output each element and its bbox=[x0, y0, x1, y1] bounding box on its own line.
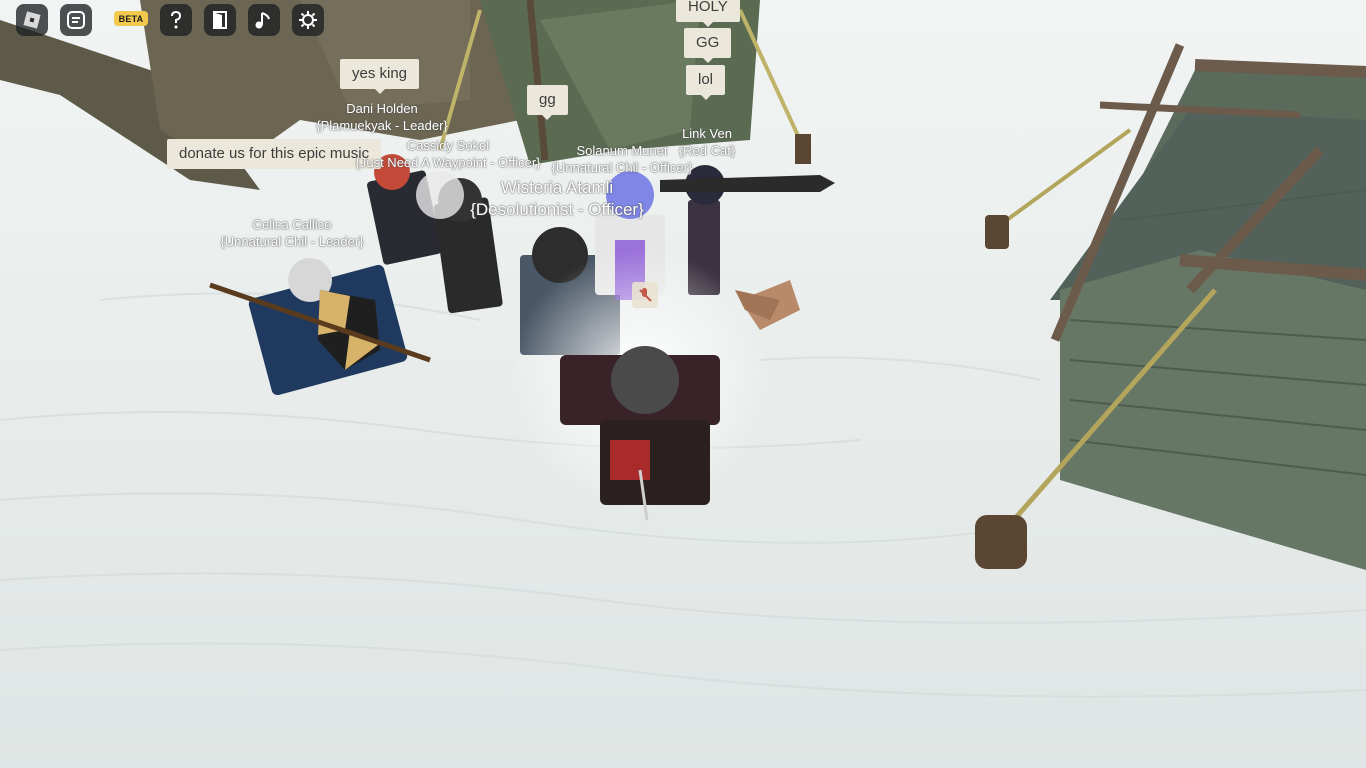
door-icon bbox=[213, 11, 227, 29]
help-icon bbox=[171, 10, 182, 29]
chat-bubble-holy: HOLY bbox=[676, 0, 740, 27]
nametag-name: Celica Callico bbox=[252, 217, 332, 232]
nametag-name: Link Ven bbox=[682, 126, 732, 141]
nametag-name: Cassidy Sokol bbox=[406, 138, 490, 153]
roblox-menu-button[interactable] bbox=[16, 4, 48, 36]
roblox-logo-icon bbox=[23, 11, 41, 29]
chat-bubble-donate: donate us for this epic music bbox=[167, 139, 382, 169]
muted-mic-icon bbox=[632, 282, 658, 308]
chat-bubble-lol: lol bbox=[686, 65, 726, 100]
nametag-group: {Unnatural Chil - Officer} bbox=[551, 160, 693, 175]
music-button[interactable] bbox=[248, 4, 280, 36]
nametag-group: {Plamuekyak - Leader} bbox=[316, 118, 448, 133]
nametag-dani: Dani Holden {Plamuekyak - Leader} bbox=[316, 100, 448, 134]
nametag-group: {Desolutionist - Officer} bbox=[470, 200, 644, 219]
settings-button[interactable] bbox=[292, 4, 324, 36]
beta-badge: BETA bbox=[114, 11, 148, 26]
music-icon bbox=[255, 12, 270, 29]
nametag-solanum: Solanum Munet {Unnatural Chil - Officer} bbox=[552, 142, 693, 176]
nametag-group: {Just Need A Waypoint - Officer} bbox=[355, 155, 541, 170]
nametag-link: Link Ven {Red Cat} bbox=[679, 125, 735, 159]
nametag-celica: Celica Callico {Unnatural Chil - Leader} bbox=[220, 216, 363, 250]
leave-button[interactable] bbox=[204, 4, 236, 36]
chat-bubble-yes-king: yes king bbox=[340, 59, 420, 94]
nametag-wisteria: Wisteria Atamli {Desolutionist - Officer… bbox=[470, 177, 644, 221]
chat-button[interactable] bbox=[60, 4, 92, 36]
nametag-group: {Unnatural Chil - Leader} bbox=[220, 234, 364, 249]
chat-bubble-gg: gg bbox=[527, 85, 568, 120]
nametag-name: Solanum Munet bbox=[576, 143, 668, 158]
nametag-group: {Red Cat} bbox=[678, 143, 736, 158]
chat-icon bbox=[67, 11, 85, 29]
help-button[interactable] bbox=[160, 4, 192, 36]
nametag-name: Wisteria Atamli bbox=[500, 178, 614, 197]
nametag-cassidy: Cassidy Sokol {Just Need A Waypoint - Of… bbox=[356, 137, 541, 171]
game-viewport[interactable] bbox=[0, 0, 1366, 768]
nametag-name: Dani Holden bbox=[346, 101, 418, 116]
gear-icon bbox=[299, 11, 317, 29]
chat-bubble-gg-caps: GG bbox=[684, 28, 732, 63]
